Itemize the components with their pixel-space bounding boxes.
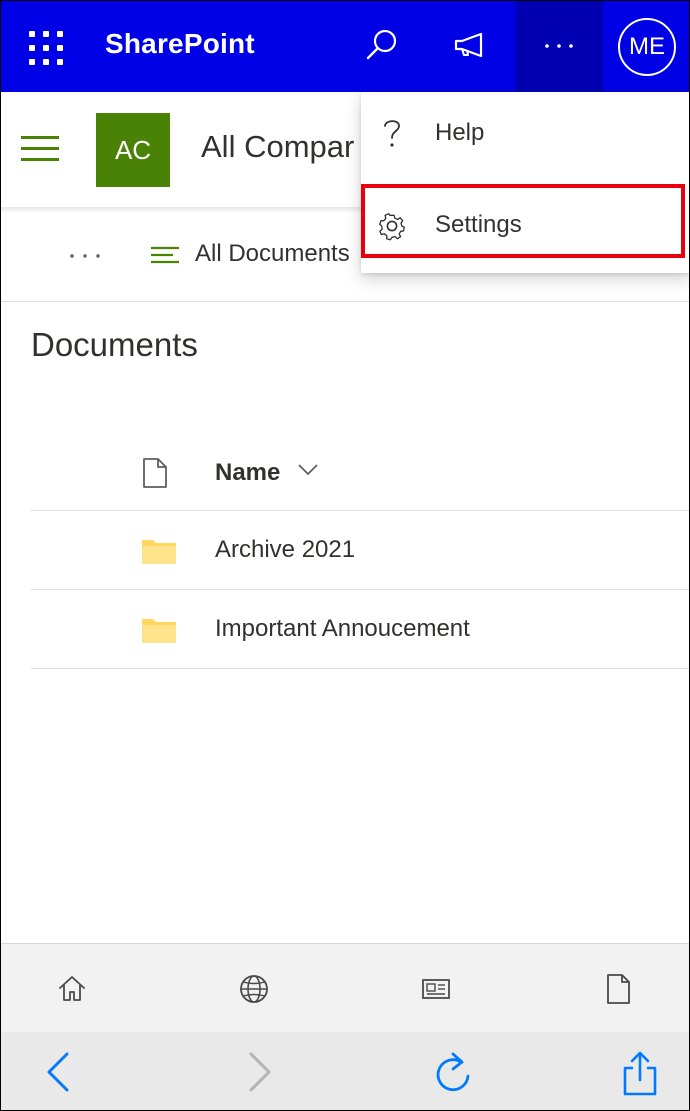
forward-icon[interactable] [241,1050,277,1099]
back-icon[interactable] [41,1050,77,1099]
search-icon[interactable] [357,21,407,71]
more-options-button[interactable] [515,1,603,92]
gear-icon [375,206,409,246]
view-selector[interactable]: All Documents [195,240,350,268]
overflow-menu: Help Settings [361,92,689,273]
folder-icon [141,537,177,570]
list-item-name[interactable]: Archive 2021 [215,536,355,564]
column-name-header[interactable]: Name [215,459,280,487]
site-logo[interactable]: AC [96,113,170,187]
ellipsis-icon [545,44,573,48]
site-title[interactable]: All Compar [201,129,354,165]
command-bar-divider [1,301,689,302]
brand-name[interactable]: SharePoint [105,28,255,60]
browser-bookmarks-bar [1,943,689,1032]
suite-bar: SharePoint ME [1,1,689,92]
list-item-name[interactable]: Important Annoucement [215,615,470,643]
app-frame: SharePoint ME AC All Compar All Document… [0,0,690,1111]
highlight-box [361,184,685,258]
file-type-icon[interactable] [141,457,169,494]
globe-icon[interactable] [237,972,271,1011]
question-icon [375,114,409,154]
menu-item-settings[interactable]: Settings [361,184,689,268]
menu-item-help[interactable]: Help [361,92,689,176]
app-launcher-icon[interactable] [23,25,63,65]
home-icon[interactable] [55,972,89,1011]
menu-item-label: Help [435,119,485,146]
view-list-icon [149,243,183,274]
list-item[interactable]: Important Annoucement [31,590,689,669]
column-header-row: Name [31,433,689,511]
browser-nav-bar [1,1032,689,1110]
reload-icon[interactable] [431,1050,475,1103]
hamburger-menu-icon[interactable] [21,136,61,166]
folder-icon [141,616,177,649]
megaphone-icon[interactable] [445,21,495,71]
command-more-icon[interactable] [69,249,103,267]
menu-item-label: Settings [435,211,522,238]
share-icon[interactable] [619,1050,661,1105]
chevron-down-icon[interactable] [297,463,319,482]
news-icon[interactable] [419,972,453,1011]
list-item[interactable]: Archive 2021 [31,511,689,590]
avatar[interactable]: ME [618,18,676,76]
page-title: Documents [31,326,198,363]
page-icon[interactable] [601,972,635,1011]
